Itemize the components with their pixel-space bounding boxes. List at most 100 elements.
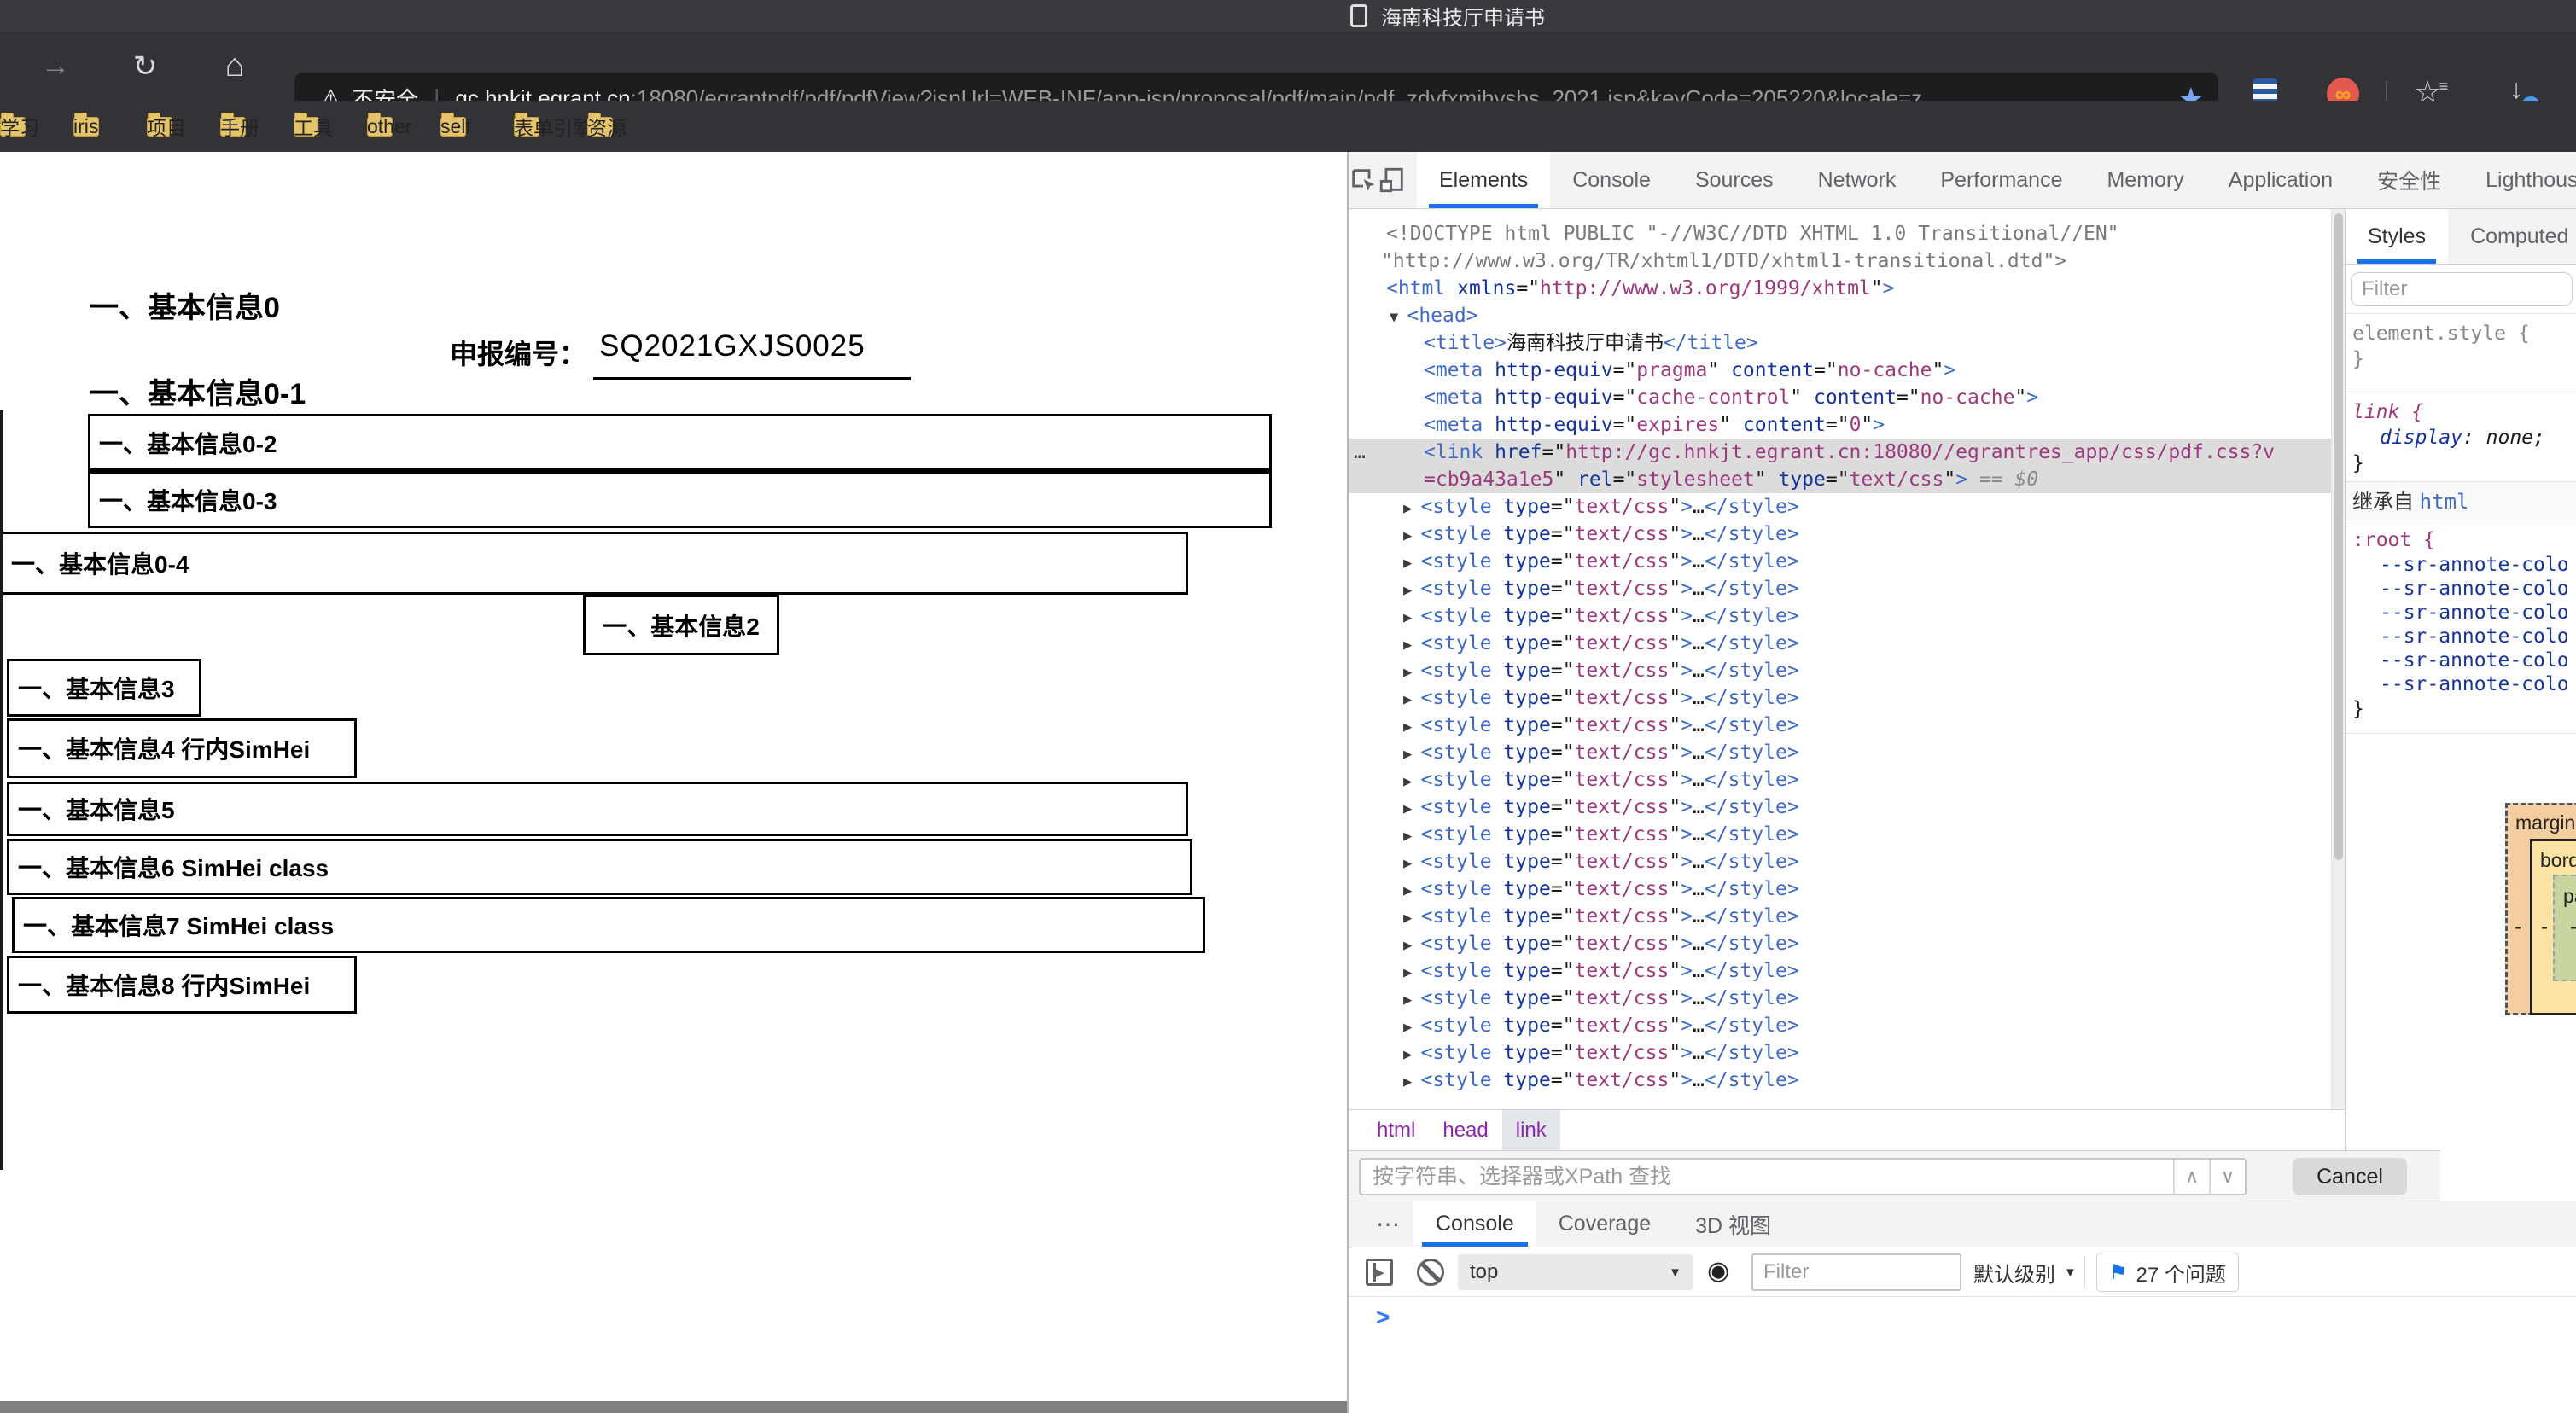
- breadcrumb-item[interactable]: link: [1502, 1110, 1560, 1150]
- drawer-tab[interactable]: 3D 视图: [1673, 1201, 1793, 1247]
- element-style-rule[interactable]: element.style { }: [2346, 314, 2576, 392]
- devtools-tab[interactable]: Application: [2206, 152, 2355, 208]
- javascript-context-select[interactable]: top ▼: [1458, 1254, 1693, 1290]
- styles-filter-input[interactable]: [2351, 272, 2573, 306]
- bookmark-folder[interactable]: self: [440, 117, 466, 137]
- dom-tree-line[interactable]: ▶ <style type="text/css">…</style>: [1349, 1039, 2345, 1067]
- device-toolbar-icon[interactable]: [1378, 152, 1407, 208]
- dom-tree-line[interactable]: ▶ <style type="text/css">…</style>: [1349, 739, 2345, 766]
- dom-tree-line[interactable]: ▶ <style type="text/css">…</style>: [1349, 794, 2345, 821]
- dom-tree-line[interactable]: <link href="http://gc.hnkjt.egrant.cn:18…: [1349, 439, 2345, 466]
- dom-tree-line[interactable]: ▶ <style type="text/css">…</style>: [1349, 821, 2345, 848]
- console-filter-input[interactable]: [1751, 1253, 1961, 1291]
- dom-tree-line[interactable]: ▶ <style type="text/css">…</style>: [1349, 548, 2345, 575]
- link-rule[interactable]: link { display: none; }: [2346, 392, 2576, 482]
- dom-tree-line[interactable]: ▶ <style type="text/css">…</style>: [1349, 657, 2345, 684]
- dom-tree-line[interactable]: ▶ <style type="text/css">…</style>: [1349, 712, 2345, 739]
- dom-tree-line[interactable]: <html xmlns="http://www.w3.org/1999/xhtm…: [1349, 275, 2345, 302]
- css-variable[interactable]: --sr-annote-colo: [2352, 553, 2576, 577]
- bookmark-folder[interactable]: 项目: [147, 117, 172, 137]
- box-basic-info-6: 一、基本信息6 SimHei class: [7, 839, 1192, 895]
- dom-search-input[interactable]: [1361, 1160, 2173, 1194]
- dom-tree-line[interactable]: <!DOCTYPE html PUBLIC "-//W3C//DTD XHTML…: [1349, 220, 2345, 247]
- bookmark-folder[interactable]: 学习: [0, 117, 26, 137]
- css-variable[interactable]: --sr-annote-colo: [2352, 577, 2576, 601]
- dom-tree-line[interactable]: ▶ <style type="text/css">…</style>: [1349, 1012, 2345, 1039]
- bookmark-folder[interactable]: other: [367, 117, 393, 137]
- devtools-tab[interactable]: Sources: [1673, 152, 1796, 208]
- line-ellipsis-gutter[interactable]: …: [1354, 439, 1367, 466]
- styles-sidebar-tab[interactable]: Computed: [2448, 209, 2576, 264]
- drawer-tab[interactable]: Coverage: [1536, 1201, 1673, 1247]
- dropdown-arrow-icon: ▼: [2064, 1265, 2077, 1280]
- bookmark-folder[interactable]: 工具: [294, 117, 319, 137]
- devtools-tab[interactable]: Console: [1550, 152, 1673, 208]
- dom-tree-line[interactable]: ▶ <style type="text/css">…</style>: [1349, 957, 2345, 985]
- dom-tree-line[interactable]: <meta http-equiv="pragma" content="no-ca…: [1349, 357, 2345, 384]
- boxmodel-padding-value[interactable]: -: [2570, 916, 2576, 939]
- breadcrumb-item[interactable]: head: [1429, 1110, 1501, 1150]
- devtools-tab[interactable]: 安全性: [2355, 152, 2463, 208]
- css-variable[interactable]: --sr-annote-colo: [2352, 648, 2576, 672]
- bookmark-folder[interactable]: 资源: [587, 117, 613, 137]
- css-variable[interactable]: --sr-annote-colo: [2352, 625, 2576, 648]
- display-value[interactable]: : none;: [2462, 427, 2545, 449]
- dom-tree-line[interactable]: "http://www.w3.org/TR/xhtml1/DTD/xhtml1-…: [1349, 247, 2345, 275]
- dom-tree-line[interactable]: ▶ <style type="text/css">…</style>: [1349, 848, 2345, 875]
- drawer-tab[interactable]: Console: [1413, 1201, 1536, 1247]
- inspect-element-icon[interactable]: [1349, 152, 1378, 208]
- dom-tree-line[interactable]: ▶ <style type="text/css">…</style>: [1349, 930, 2345, 957]
- scrollbar-thumb[interactable]: [2334, 213, 2343, 860]
- css-variable[interactable]: --sr-annote-colo: [2352, 601, 2576, 625]
- dom-tree-line[interactable]: <meta http-equiv="expires" content="0">: [1349, 411, 2345, 439]
- log-levels-dropdown[interactable]: 默认级别 ▼: [1973, 1254, 2077, 1290]
- inherited-from-link[interactable]: html: [2420, 490, 2469, 514]
- elements-scrollbar[interactable]: [2331, 209, 2345, 1109]
- boxmodel-margin-value[interactable]: -: [2515, 916, 2521, 939]
- console-prompt-icon[interactable]: >: [1376, 1304, 1390, 1331]
- dom-tree-line[interactable]: =cb9a43a1e5" rel="stylesheet" type="text…: [1349, 466, 2345, 493]
- bookmark-folder[interactable]: 表单引擎: [514, 117, 539, 137]
- issues-counter[interactable]: ⚑ 27 个问题: [2096, 1253, 2239, 1292]
- dom-tree-line[interactable]: ▶ <style type="text/css">…</style>: [1349, 630, 2345, 657]
- dom-tree-line[interactable]: ▶ <style type="text/css">…</style>: [1349, 1067, 2345, 1094]
- dom-tree-line[interactable]: ▶ <style type="text/css">…</style>: [1349, 684, 2345, 712]
- devtools-tab[interactable]: Lighthouse: [2463, 152, 2576, 208]
- dom-tree-line[interactable]: <title>海南科技厅申请书</title>: [1349, 329, 2345, 357]
- dom-tree-line[interactable]: ▶ <style type="text/css">…</style>: [1349, 903, 2345, 930]
- dom-tree-line[interactable]: ▶ <style type="text/css">…</style>: [1349, 766, 2345, 794]
- devtools-tab[interactable]: Elements: [1417, 152, 1550, 208]
- dom-tree-line[interactable]: ▶ <style type="text/css">…</style>: [1349, 985, 2345, 1012]
- dom-tree-line[interactable]: ▶ <style type="text/css">…</style>: [1349, 875, 2345, 903]
- forward-icon[interactable]: →: [30, 32, 81, 101]
- root-rule[interactable]: :root { --sr-annote-colo--sr-annote-colo…: [2346, 520, 2576, 734]
- selected-dom-node[interactable]: …<link href="http://gc.hnkjt.egrant.cn:1…: [1349, 439, 2345, 493]
- dom-tree-line[interactable]: <meta http-equiv="cache-control" content…: [1349, 384, 2345, 411]
- console-sidebar-icon[interactable]: ▶: [1366, 1259, 1393, 1286]
- clear-console-icon[interactable]: [1417, 1259, 1444, 1286]
- devtools-tab[interactable]: Performance: [1918, 152, 2084, 208]
- search-next-icon[interactable]: ∨: [2209, 1160, 2245, 1194]
- bookmark-folder[interactable]: 手册: [220, 117, 246, 137]
- breadcrumb-item[interactable]: html: [1363, 1110, 1429, 1150]
- dom-tree-line[interactable]: ▶ <style type="text/css">…</style>: [1349, 575, 2345, 602]
- search-previous-icon[interactable]: ∧: [2173, 1160, 2209, 1194]
- devtools-tab[interactable]: Network: [1796, 152, 1919, 208]
- boxmodel-border-value[interactable]: -: [2541, 916, 2548, 939]
- dom-tree-line[interactable]: ▶ <style type="text/css">…</style>: [1349, 493, 2345, 520]
- devtools-tab[interactable]: Memory: [2084, 152, 2206, 208]
- styles-sidebar-tab[interactable]: Styles: [2346, 209, 2448, 264]
- console-output[interactable]: >: [1349, 1297, 2576, 1413]
- browser-tab[interactable]: 海南科技厅申请书: [1350, 0, 1545, 32]
- css-variable[interactable]: --sr-annote-colo: [2352, 672, 2576, 696]
- cancel-button[interactable]: Cancel: [2293, 1158, 2407, 1195]
- more-tabs-icon[interactable]: ⋯: [1364, 1201, 1413, 1247]
- bookmark-folder[interactable]: iris: [73, 117, 99, 137]
- home-icon[interactable]: ⌂: [209, 32, 260, 101]
- dom-tree-line[interactable]: ▶ <style type="text/css">…</style>: [1349, 602, 2345, 630]
- dom-tree-line[interactable]: ▶ <style type="text/css">…</style>: [1349, 520, 2345, 548]
- display-property[interactable]: display: [2380, 427, 2462, 449]
- live-expression-icon[interactable]: ◉: [1707, 1256, 1729, 1286]
- dom-tree-line[interactable]: ▼ <head>: [1349, 302, 2345, 329]
- reload-icon[interactable]: ↻: [119, 32, 171, 101]
